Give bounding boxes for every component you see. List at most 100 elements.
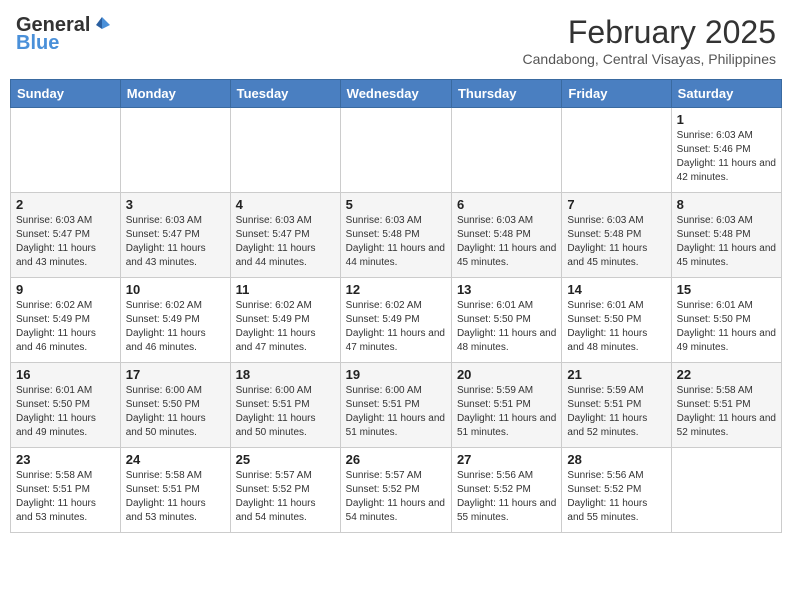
day-info: Sunrise: 6:03 AM Sunset: 5:48 PM Dayligh… (346, 214, 446, 270)
calendar-cell (671, 448, 781, 533)
day-info: Sunrise: 6:00 AM Sunset: 5:50 PM Dayligh… (126, 384, 225, 440)
day-info: Sunrise: 6:01 AM Sunset: 5:50 PM Dayligh… (677, 299, 776, 355)
calendar-cell: 26 Sunrise: 5:57 AM Sunset: 5:52 PM Dayli… (340, 448, 451, 533)
day-number: 17 (126, 367, 225, 382)
calendar-cell: 5 Sunrise: 6:03 AM Sunset: 5:48 PM Daylig… (340, 193, 451, 278)
calendar-cell: 19 Sunrise: 6:00 AM Sunset: 5:51 PM Dayli… (340, 363, 451, 448)
day-info: Sunrise: 5:57 AM Sunset: 5:52 PM Dayligh… (236, 469, 335, 525)
weekday-header-thursday: Thursday (451, 80, 561, 108)
calendar-cell: 6 Sunrise: 6:03 AM Sunset: 5:48 PM Daylig… (451, 193, 561, 278)
page-header: General Blue February 2025 Candabong, Ce… (10, 10, 782, 71)
calendar-cell: 12 Sunrise: 6:02 AM Sunset: 5:49 PM Dayli… (340, 278, 451, 363)
weekday-header-monday: Monday (120, 80, 230, 108)
day-info: Sunrise: 6:02 AM Sunset: 5:49 PM Dayligh… (236, 299, 335, 355)
calendar-cell: 14 Sunrise: 6:01 AM Sunset: 5:50 PM Dayli… (562, 278, 671, 363)
day-info: Sunrise: 5:58 AM Sunset: 5:51 PM Dayligh… (126, 469, 225, 525)
calendar-cell: 3 Sunrise: 6:03 AM Sunset: 5:47 PM Daylig… (120, 193, 230, 278)
calendar-cell (562, 108, 671, 193)
day-number: 20 (457, 367, 556, 382)
calendar-cell: 2Sunrise: 6:03 AM Sunset: 5:47 PM Daylig… (11, 193, 121, 278)
day-number: 24 (126, 452, 225, 467)
day-info: Sunrise: 6:03 AM Sunset: 5:48 PM Dayligh… (567, 214, 665, 270)
weekday-header-friday: Friday (562, 80, 671, 108)
calendar-cell: 23 Sunrise: 5:58 AM Sunset: 5:51 PM Dayli… (11, 448, 121, 533)
day-number: 18 (236, 367, 335, 382)
day-info: Sunrise: 6:00 AM Sunset: 5:51 PM Dayligh… (346, 384, 446, 440)
calendar-cell: 1Sunrise: 6:03 AM Sunset: 5:46 PM Daylig… (671, 108, 781, 193)
day-number: 16 (16, 367, 115, 382)
location-title: Candabong, Central Visayas, Philippines (523, 51, 776, 67)
day-number: 4 (236, 197, 335, 212)
calendar-cell: 22 Sunrise: 5:58 AM Sunset: 5:51 PM Dayli… (671, 363, 781, 448)
weekday-header-wednesday: Wednesday (340, 80, 451, 108)
day-number: 27 (457, 452, 556, 467)
calendar-week-row: 1Sunrise: 6:03 AM Sunset: 5:46 PM Daylig… (11, 108, 782, 193)
day-number: 8 (677, 197, 776, 212)
day-info: Sunrise: 6:03 AM Sunset: 5:47 PM Dayligh… (126, 214, 225, 270)
day-info: Sunrise: 5:56 AM Sunset: 5:52 PM Dayligh… (457, 469, 556, 525)
day-info: Sunrise: 5:58 AM Sunset: 5:51 PM Dayligh… (16, 469, 115, 525)
calendar-cell: 9 Sunrise: 6:02 AM Sunset: 5:49 PM Daylig… (11, 278, 121, 363)
calendar-cell (340, 108, 451, 193)
month-title: February 2025 (523, 14, 776, 51)
day-info: Sunrise: 5:59 AM Sunset: 5:51 PM Dayligh… (457, 384, 556, 440)
calendar-cell: 4Sunrise: 6:03 AM Sunset: 5:47 PM Daylig… (230, 193, 340, 278)
calendar-cell: 10 Sunrise: 6:02 AM Sunset: 5:49 PM Dayli… (120, 278, 230, 363)
day-info: Sunrise: 6:02 AM Sunset: 5:49 PM Dayligh… (16, 299, 115, 355)
calendar-cell: 11 Sunrise: 6:02 AM Sunset: 5:49 PM Dayli… (230, 278, 340, 363)
day-info: Sunrise: 5:59 AM Sunset: 5:51 PM Dayligh… (567, 384, 665, 440)
calendar-cell: 21 Sunrise: 5:59 AM Sunset: 5:51 PM Dayli… (562, 363, 671, 448)
calendar-header-row: SundayMondayTuesdayWednesdayThursdayFrid… (11, 80, 782, 108)
day-info: Sunrise: 5:56 AM Sunset: 5:52 PM Dayligh… (567, 469, 665, 525)
day-number: 28 (567, 452, 665, 467)
day-info: Sunrise: 6:01 AM Sunset: 5:50 PM Dayligh… (457, 299, 556, 355)
day-number: 13 (457, 282, 556, 297)
day-info: Sunrise: 5:58 AM Sunset: 5:51 PM Dayligh… (677, 384, 776, 440)
day-number: 5 (346, 197, 446, 212)
logo: General Blue (16, 14, 112, 54)
weekday-header-saturday: Saturday (671, 80, 781, 108)
calendar-cell: 16 Sunrise: 6:01 AM Sunset: 5:50 PM Dayli… (11, 363, 121, 448)
calendar-week-row: 9 Sunrise: 6:02 AM Sunset: 5:49 PM Daylig… (11, 278, 782, 363)
day-info: Sunrise: 5:57 AM Sunset: 5:52 PM Dayligh… (346, 469, 446, 525)
calendar-cell: 25Sunrise: 5:57 AM Sunset: 5:52 PM Dayli… (230, 448, 340, 533)
day-info: Sunrise: 6:03 AM Sunset: 5:46 PM Dayligh… (677, 129, 776, 185)
day-number: 9 (16, 282, 115, 297)
day-number: 6 (457, 197, 556, 212)
day-number: 15 (677, 282, 776, 297)
calendar-table: SundayMondayTuesdayWednesdayThursdayFrid… (10, 79, 782, 533)
day-info: Sunrise: 6:01 AM Sunset: 5:50 PM Dayligh… (567, 299, 665, 355)
calendar-cell: 24 Sunrise: 5:58 AM Sunset: 5:51 PM Dayli… (120, 448, 230, 533)
calendar-cell (230, 108, 340, 193)
day-number: 10 (126, 282, 225, 297)
logo-blue-text: Blue (16, 32, 112, 54)
weekday-header-tuesday: Tuesday (230, 80, 340, 108)
calendar-week-row: 23 Sunrise: 5:58 AM Sunset: 5:51 PM Dayli… (11, 448, 782, 533)
calendar-cell: 28 Sunrise: 5:56 AM Sunset: 5:52 PM Dayli… (562, 448, 671, 533)
day-number: 22 (677, 367, 776, 382)
calendar-week-row: 2Sunrise: 6:03 AM Sunset: 5:47 PM Daylig… (11, 193, 782, 278)
calendar-cell (451, 108, 561, 193)
day-number: 11 (236, 282, 335, 297)
day-info: Sunrise: 6:02 AM Sunset: 5:49 PM Dayligh… (346, 299, 446, 355)
day-number: 21 (567, 367, 665, 382)
calendar-cell: 13 Sunrise: 6:01 AM Sunset: 5:50 PM Dayli… (451, 278, 561, 363)
day-info: Sunrise: 6:02 AM Sunset: 5:49 PM Dayligh… (126, 299, 225, 355)
day-info: Sunrise: 6:03 AM Sunset: 5:48 PM Dayligh… (677, 214, 776, 270)
calendar-cell: 15 Sunrise: 6:01 AM Sunset: 5:50 PM Dayli… (671, 278, 781, 363)
day-number: 23 (16, 452, 115, 467)
day-number: 3 (126, 197, 225, 212)
day-info: Sunrise: 6:03 AM Sunset: 5:48 PM Dayligh… (457, 214, 556, 270)
calendar-cell (120, 108, 230, 193)
day-number: 7 (567, 197, 665, 212)
day-info: Sunrise: 6:03 AM Sunset: 5:47 PM Dayligh… (16, 214, 115, 270)
calendar-cell: 7 Sunrise: 6:03 AM Sunset: 5:48 PM Daylig… (562, 193, 671, 278)
day-number: 12 (346, 282, 446, 297)
day-number: 14 (567, 282, 665, 297)
calendar-cell: 18 Sunrise: 6:00 AM Sunset: 5:51 PM Dayli… (230, 363, 340, 448)
weekday-header-sunday: Sunday (11, 80, 121, 108)
day-info: Sunrise: 6:01 AM Sunset: 5:50 PM Dayligh… (16, 384, 115, 440)
day-number: 26 (346, 452, 446, 467)
day-info: Sunrise: 6:00 AM Sunset: 5:51 PM Dayligh… (236, 384, 335, 440)
day-number: 19 (346, 367, 446, 382)
